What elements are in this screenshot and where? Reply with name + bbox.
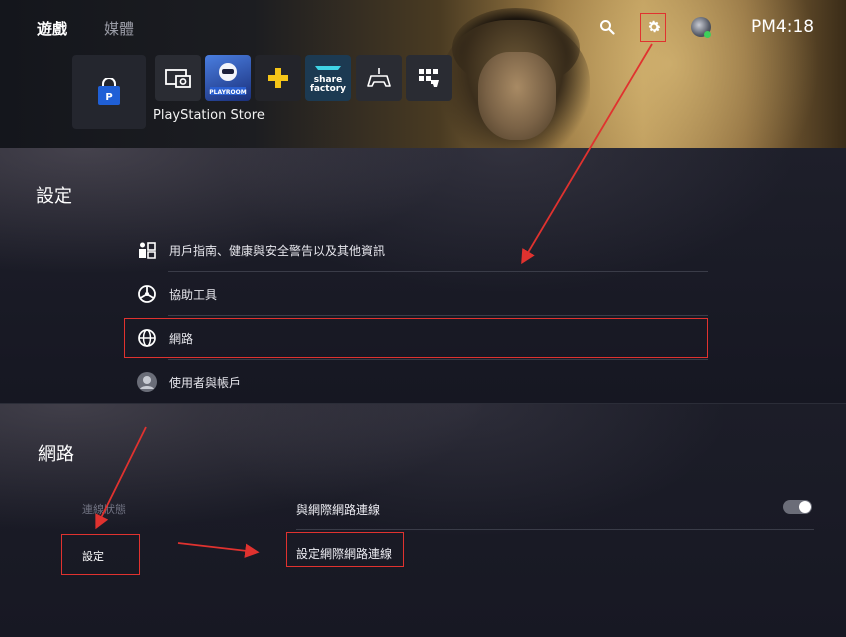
accessibility-icon [136, 283, 158, 305]
settings-item-accessibility[interactable]: 協助工具 [136, 276, 708, 312]
online-status-dot [704, 31, 711, 38]
playstation-plus-tile[interactable] [255, 55, 301, 101]
annotation-box-gear [640, 13, 666, 42]
controller-tiles-tile[interactable] [406, 55, 452, 101]
tab-games[interactable]: 遊戲 [37, 18, 67, 39]
share-factory-text-2: factory [310, 84, 346, 94]
divider [168, 271, 708, 272]
settings-item-label: 用戶指南、健康與安全警告以及其他資訊 [169, 243, 386, 258]
camera-icon [165, 69, 191, 88]
settings-item-label: 使用者與帳戶 [169, 375, 242, 390]
playroom-text: PLAYROOM [209, 89, 246, 96]
annotation-box-network [124, 318, 708, 358]
page-title: 設定 [36, 186, 72, 207]
plus-icon [268, 68, 288, 88]
info-icon [136, 239, 158, 261]
annotation-box-settings [61, 534, 140, 575]
grid-icon [419, 69, 439, 87]
toggle-knob [799, 501, 811, 513]
nav-item-connection-status[interactable]: 連線狀態 [82, 501, 126, 517]
avatar-icon [136, 371, 158, 393]
divider [168, 359, 708, 360]
astro-bot-icon: PLAYROOM [209, 63, 247, 96]
internet-connection-toggle[interactable] [783, 500, 812, 514]
settings-item-users-accounts[interactable]: 使用者與帳戶 [136, 364, 708, 400]
tab-media[interactable]: 媒體 [104, 18, 134, 39]
page-title: 網路 [38, 444, 74, 465]
internet-connection-label: 與網際網路連線 [296, 503, 381, 517]
share-factory-logo: share factory [310, 66, 346, 94]
annotation-box-setup [286, 532, 404, 567]
divider [296, 529, 814, 530]
settings-item-label: 協助工具 [169, 287, 218, 302]
gamepad-icon [367, 68, 391, 87]
game-base-tile[interactable] [356, 55, 402, 101]
hero-image-face [478, 52, 556, 140]
network-screen: 網路 連線狀態 設定 與網際網路連線 設定網際網路連線 [0, 403, 846, 637]
settings-screen: 設定 用戶指南、健康與安全警告以及其他資訊 協助工具 網路 使用者與帳戶 [0, 148, 846, 403]
divider [168, 315, 708, 316]
search-icon[interactable] [596, 16, 618, 38]
home-screen: 遊戲 媒體 PM4:18 P PLAYROOM share factory Pl… [0, 0, 846, 148]
share-factory-tile[interactable]: share factory [305, 55, 351, 101]
playstation-store-tile[interactable]: P [72, 55, 146, 129]
astros-playroom-tile[interactable]: PLAYROOM [205, 55, 251, 101]
selected-tile-caption: PlayStation Store [153, 108, 265, 123]
media-gallery-tile[interactable] [155, 55, 201, 101]
settings-item-user-guide[interactable]: 用戶指南、健康與安全警告以及其他資訊 [136, 232, 708, 268]
clock: PM4:18 [751, 17, 815, 37]
svg-text:P: P [105, 92, 112, 103]
shopping-bag-icon: P [98, 78, 120, 105]
